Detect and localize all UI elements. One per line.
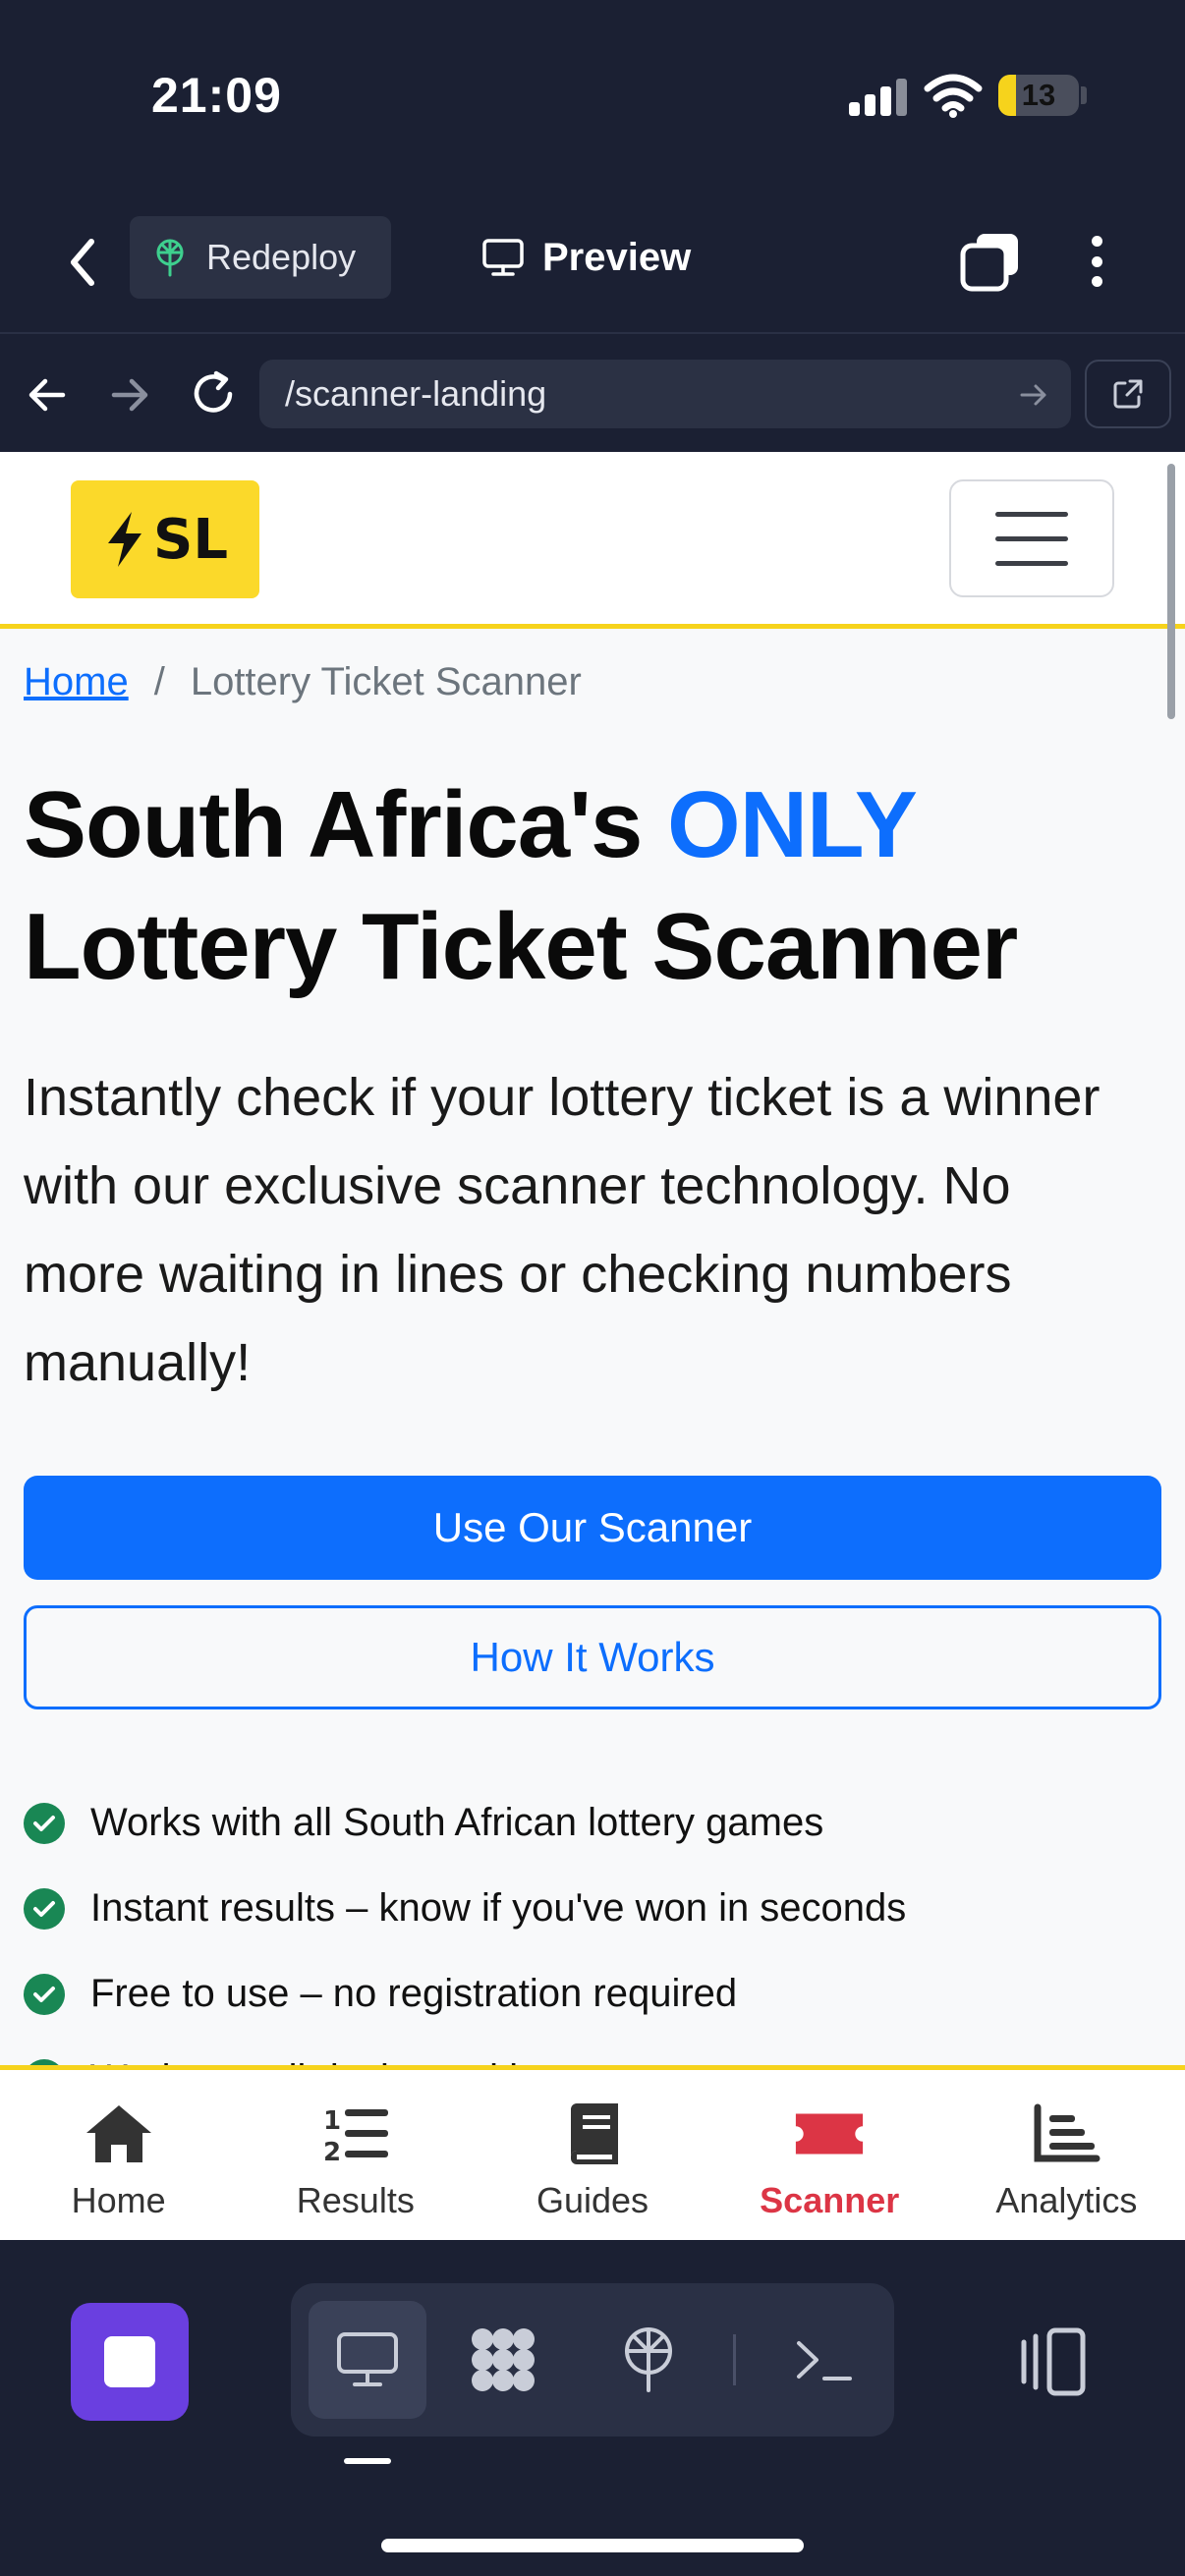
title-part1: South Africa's bbox=[24, 772, 668, 877]
site-logo[interactable]: SL bbox=[71, 480, 259, 598]
hero-lead-text: Instantly check if your lottery ticket i… bbox=[24, 1068, 1100, 1392]
breadcrumb-separator: / bbox=[153, 660, 165, 703]
apps-grid-icon bbox=[472, 2328, 535, 2391]
ticket-icon bbox=[792, 2100, 867, 2168]
lightning-icon bbox=[107, 512, 141, 567]
chevron-left-icon bbox=[71, 239, 94, 286]
web-content: SL Home / Lottery Ticket Scanner South A… bbox=[0, 452, 1185, 2240]
tab-scanner[interactable]: Scanner bbox=[711, 2070, 948, 2240]
menu-toggle-button[interactable] bbox=[949, 479, 1114, 597]
more-options-icon[interactable] bbox=[1079, 230, 1114, 293]
monitor-icon bbox=[337, 2332, 398, 2386]
preview-view-button[interactable] bbox=[309, 2301, 426, 2419]
reload-icon[interactable] bbox=[187, 367, 240, 420]
apps-view-button[interactable] bbox=[444, 2301, 562, 2419]
check-circle-icon bbox=[24, 1887, 65, 1930]
device-frame-icon[interactable] bbox=[1012, 2323, 1091, 2401]
hamburger-line bbox=[995, 535, 1068, 541]
arrow-left-icon[interactable] bbox=[24, 371, 71, 419]
tab-guides[interactable]: Guides bbox=[474, 2070, 710, 2240]
redeploy-button[interactable]: Redeploy bbox=[130, 216, 391, 299]
go-arrow-icon[interactable] bbox=[1018, 379, 1049, 411]
redeploy-label: Redeploy bbox=[206, 237, 357, 277]
terminal-icon bbox=[797, 2341, 852, 2380]
logo-text: SL bbox=[152, 507, 228, 572]
feature-item: Free to use – no registration required bbox=[24, 1951, 1163, 2037]
site-header: SL bbox=[0, 452, 1185, 629]
breadcrumb-current: Lottery Ticket Scanner bbox=[190, 660, 582, 703]
wifi-icon bbox=[924, 74, 983, 118]
tab-label: Analytics bbox=[995, 2180, 1138, 2220]
tab-label: Guides bbox=[536, 2180, 649, 2220]
svg-text:1: 1 bbox=[323, 2106, 341, 2136]
feature-item: Works with all South African lottery gam… bbox=[24, 1780, 1163, 1866]
deploy-icon bbox=[156, 239, 184, 277]
title-part2: Lottery Ticket Scanner bbox=[24, 894, 1018, 999]
open-external-button[interactable] bbox=[1085, 360, 1171, 428]
battery-icon: 13 bbox=[998, 75, 1079, 116]
feature-text: Instant results – know if you've won in … bbox=[90, 1886, 907, 1930]
how-it-works-button[interactable]: How It Works bbox=[24, 1605, 1161, 1709]
status-bar: 21:09 13 bbox=[0, 0, 1185, 187]
dock-separator bbox=[733, 2334, 736, 2385]
check-circle-icon bbox=[24, 1802, 65, 1844]
list-ordered-icon: 1 2 bbox=[318, 2100, 393, 2168]
deploy-icon bbox=[625, 2327, 672, 2392]
hamburger-line bbox=[995, 560, 1068, 566]
tab-label: Scanner bbox=[760, 2180, 900, 2220]
feature-item: Instant results – know if you've won in … bbox=[24, 1866, 1163, 1951]
stop-button[interactable] bbox=[71, 2303, 189, 2421]
use-scanner-button[interactable]: Use Our Scanner bbox=[24, 1476, 1161, 1580]
breadcrumb: Home / Lottery Ticket Scanner bbox=[24, 660, 582, 704]
book-icon bbox=[555, 2100, 630, 2168]
feature-text: Free to use – no registration required bbox=[90, 1972, 738, 2015]
tab-results[interactable]: 1 2 Results bbox=[237, 2070, 474, 2240]
editor-dock bbox=[0, 2240, 1185, 2576]
url-bar: /scanner-landing bbox=[0, 336, 1185, 452]
terminal-view-button[interactable] bbox=[764, 2301, 882, 2419]
tab-label: Results bbox=[296, 2180, 415, 2220]
arrow-right-icon[interactable] bbox=[106, 371, 153, 419]
home-icon bbox=[82, 2100, 156, 2168]
tab-analytics[interactable]: Analytics bbox=[948, 2070, 1185, 2240]
battery-level: 13 bbox=[1021, 78, 1056, 112]
signal-icon bbox=[849, 79, 908, 116]
app-toolbar: Redeploy Preview bbox=[0, 187, 1185, 334]
feature-text: Works with all South African lottery gam… bbox=[90, 1801, 824, 1844]
hamburger-line bbox=[995, 511, 1068, 517]
breadcrumb-home-link[interactable]: Home bbox=[24, 660, 129, 704]
bottom-tab-nav: Home 1 2 Results Guides Scanner Analytic… bbox=[0, 2065, 1185, 2240]
chart-icon bbox=[1029, 2100, 1103, 2168]
back-button[interactable] bbox=[55, 228, 110, 297]
home-indicator[interactable] bbox=[381, 2539, 804, 2552]
scrollbar[interactable] bbox=[1167, 464, 1175, 719]
tab-home[interactable]: Home bbox=[0, 2070, 237, 2240]
external-link-icon bbox=[1113, 379, 1143, 409]
deploy-view-button[interactable] bbox=[590, 2301, 707, 2419]
stop-icon bbox=[104, 2336, 155, 2387]
svg-text:2: 2 bbox=[323, 2138, 341, 2164]
monitor-icon bbox=[482, 239, 524, 276]
check-circle-icon bbox=[24, 1973, 65, 2015]
page-title: South Africa's ONLY Lottery Ticket Scanne… bbox=[24, 764, 1173, 1008]
view-switcher bbox=[291, 2283, 894, 2436]
title-accent: ONLY bbox=[667, 772, 918, 877]
status-time: 21:09 bbox=[151, 68, 282, 123]
preview-label: Preview bbox=[542, 235, 692, 279]
tabs-icon[interactable] bbox=[959, 230, 1022, 293]
active-view-indicator bbox=[344, 2458, 391, 2464]
tab-label: Home bbox=[71, 2180, 166, 2220]
url-input[interactable]: /scanner-landing bbox=[259, 360, 1071, 428]
battery-tip bbox=[1081, 86, 1087, 104]
preview-button[interactable]: Preview bbox=[481, 216, 691, 299]
